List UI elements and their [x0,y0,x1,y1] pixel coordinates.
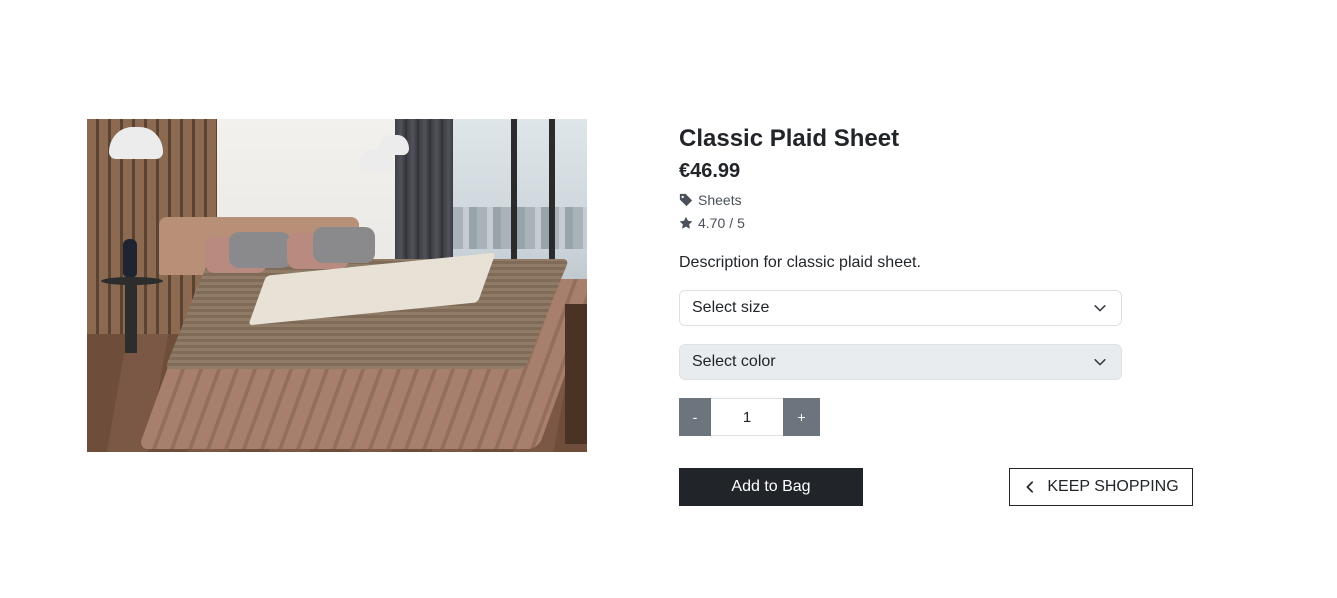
chevron-left-icon [1023,480,1037,494]
product-image [87,119,587,452]
image-nightstand-leg [125,281,137,353]
image-pendant-lamp [379,135,409,155]
add-to-bag-button[interactable]: Add to Bag [679,468,863,506]
rating-separator: / [729,215,734,231]
color-select[interactable]: Select color [679,344,1122,380]
star-icon [679,216,693,230]
rating-max: 5 [737,215,745,231]
size-select-label: Select size [692,299,770,316]
image-pillow [313,227,375,263]
keep-shopping-button[interactable]: KEEP SHOPPING [1009,468,1193,506]
product-category: Sheets [679,191,742,209]
product-price: €46.99 [679,160,741,182]
image-pillow [229,232,291,268]
rating-value: 4.70 [698,215,726,231]
chevron-down-icon [1093,355,1107,369]
chevron-down-icon [1093,301,1107,315]
product-detail-page: Classic Plaid Sheet €46.99 Sheets 4.70 /… [0,0,1337,598]
quantity-decrement-button[interactable]: - [679,398,711,436]
quantity-input[interactable] [711,398,783,436]
image-chair [565,304,587,444]
image-vase [123,239,137,277]
color-select-label: Select color [692,353,776,370]
quantity-stepper: - + [679,398,820,436]
product-description: Description for classic plaid sheet. [679,254,921,271]
product-title: Classic Plaid Sheet [679,125,900,152]
keep-shopping-label: KEEP SHOPPING [1047,478,1179,495]
quantity-increment-button[interactable]: + [783,398,820,436]
size-select[interactable]: Select size [679,290,1122,326]
product-rating: 4.70 / 5 [679,214,745,232]
image-city-view [453,207,587,249]
category-label: Sheets [698,192,742,208]
tag-icon [679,193,693,207]
